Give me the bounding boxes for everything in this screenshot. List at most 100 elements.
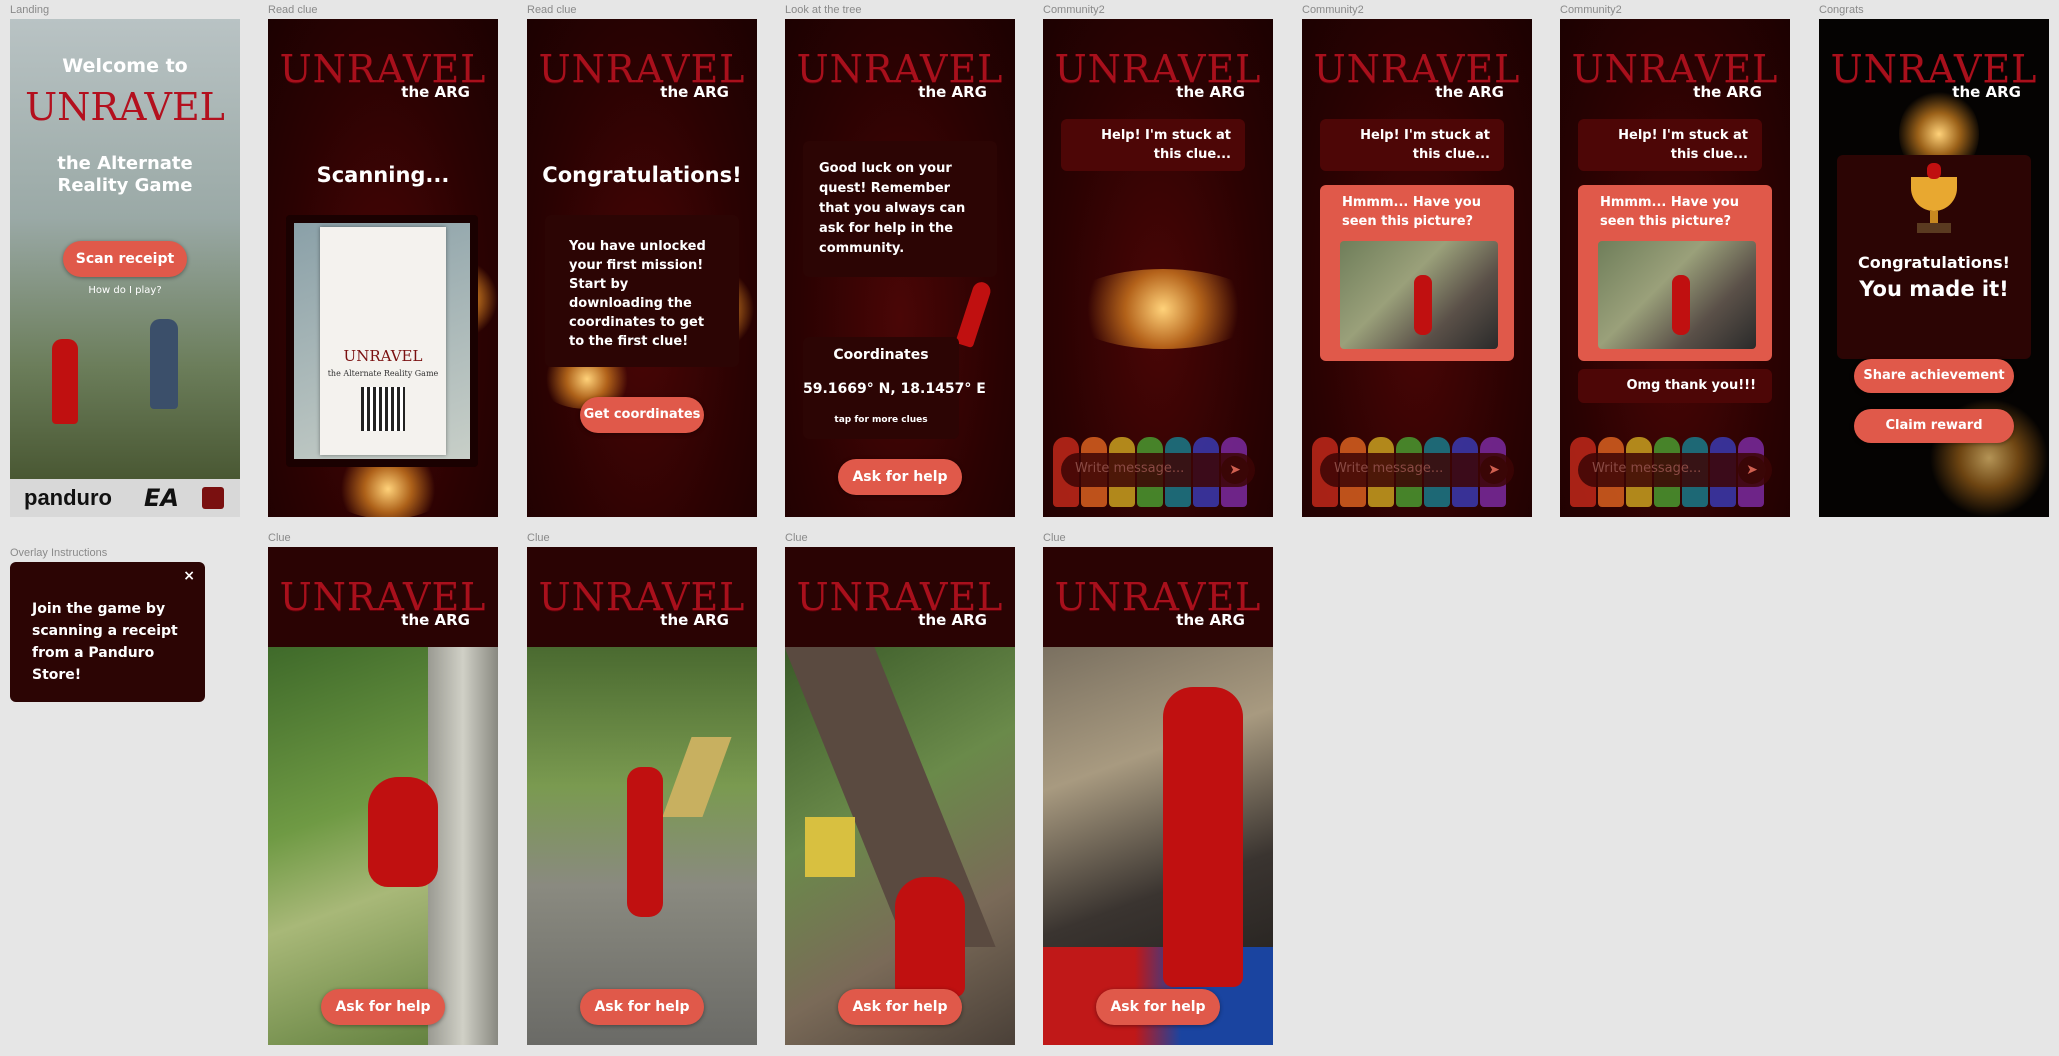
mission-unlocked-frame: UNRAVEL the ARG Congratulations! You have… [527, 19, 757, 517]
yarny-figure [955, 279, 993, 349]
congrats-frame: UNRAVEL the ARG Congratulations! You made… [1819, 19, 2049, 517]
unravel-logo: UNRAVEL the ARG [279, 575, 487, 629]
mission-card: You have unlocked your first mission! St… [545, 215, 739, 367]
scanning-frame: UNRAVEL the ARG Scanning... UNRAVEL the A… [268, 19, 498, 517]
tree-trunk [428, 647, 498, 1045]
unravel-logo: UNRAVEL the ARG [1313, 47, 1521, 101]
ea-logo: EA [144, 484, 179, 512]
message-input[interactable]: Write message... ➤ [1320, 453, 1514, 487]
community-frame: UNRAVEL the ARG Help! I'm stuck at this c… [1043, 19, 1273, 517]
coordinates-card[interactable]: Coordinates 59.1669° N, 18.1457° E tap f… [803, 337, 986, 439]
ask-for-help-button[interactable]: Ask for help [838, 459, 962, 495]
trophy-icon [1903, 163, 1965, 237]
playground-slide [805, 817, 855, 877]
clue-photo[interactable] [1598, 241, 1756, 349]
frame-label: Clue [1043, 532, 1066, 544]
congrats-line1: Congratulations! [1858, 253, 2010, 272]
coordinates-value: 59.1669° N, 18.1457° E [803, 381, 986, 397]
user-message-bubble: Help! I'm stuck at this clue... [1061, 119, 1245, 171]
clue-frame: UNRAVEL the ARG Ask for help [1043, 547, 1273, 1045]
get-coordinates-button[interactable]: Get coordinates [580, 397, 704, 433]
yarny-figure [895, 877, 965, 997]
quest-frame: UNRAVEL the ARG Good luck on your quest! … [785, 19, 1015, 517]
frame-label: Read clue [527, 4, 577, 16]
frame-label: Clue [785, 532, 808, 544]
yarny-blue-figure [150, 319, 178, 409]
camera-viewfinder: UNRAVEL the Alternate Reality Game [286, 215, 478, 467]
ask-for-help-button[interactable]: Ask for help [838, 989, 962, 1025]
unravel-logo: UNRAVEL the ARG [1054, 47, 1262, 101]
clue-photo[interactable] [1340, 241, 1498, 349]
claim-reward-button[interactable]: Claim reward [1854, 409, 2014, 443]
unravel-logo: UNRAVEL the ARG [796, 575, 1004, 629]
unravel-logo: UNRAVEL the ARG [1571, 47, 1779, 101]
share-achievement-button[interactable]: Share achievement [1854, 359, 2014, 393]
landing-frame: Welcome to UNRAVEL the Alternate Reality… [10, 19, 240, 517]
unravel-logo: UNRAVEL the ARG [538, 575, 746, 629]
clue-frame: UNRAVEL the ARG Ask for help [268, 547, 498, 1045]
frame-label: Congrats [1819, 4, 1864, 16]
ask-for-help-button[interactable]: Ask for help [580, 989, 704, 1025]
frame-label: Community2 [1302, 4, 1364, 16]
sparkle [1063, 269, 1263, 349]
unravel-logo: UNRAVEL the ARG [538, 47, 746, 101]
clue-frame: UNRAVEL the ARG Ask for help [527, 547, 757, 1045]
receipt-image: UNRAVEL the Alternate Reality Game [320, 227, 446, 455]
user-message-bubble: Omg thank you!!! [1578, 369, 1772, 403]
message-input[interactable]: Write message... ➤ [1061, 453, 1255, 487]
brand-logo: UNRAVEL [25, 85, 225, 129]
quest-message: Good luck on your quest! Remember that y… [819, 161, 966, 256]
thanks-text: Omg thank you!!! [1626, 378, 1756, 393]
clue-photo [1043, 647, 1273, 1045]
receipt-subtitle: the Alternate Reality Game [327, 369, 439, 378]
frame-label: Overlay Instructions [10, 547, 108, 559]
welcome-text: Welcome to [62, 55, 188, 77]
community-frame: UNRAVEL the ARG Help! I'm stuck at this c… [1560, 19, 1790, 517]
camera-feed: UNRAVEL the Alternate Reality Game [294, 223, 470, 459]
unravel-logo: UNRAVEL the ARG [1054, 575, 1262, 629]
user-message-bubble: Help! I'm stuck at this clue... [1320, 119, 1504, 171]
send-icon[interactable]: ➤ [1480, 456, 1508, 484]
message-placeholder: Write message... [1334, 461, 1444, 476]
footer-bar: panduro EA [10, 479, 240, 517]
ask-for-help-button[interactable]: Ask for help [321, 989, 445, 1025]
quest-message-card: Good luck on your quest! Remember that y… [803, 141, 997, 277]
community-frame: UNRAVEL the ARG Help! I'm stuck at this c… [1302, 19, 1532, 517]
message-input[interactable]: Write message... ➤ [1578, 453, 1772, 487]
send-icon[interactable]: ➤ [1738, 456, 1766, 484]
frame-label: Look at the tree [785, 4, 862, 16]
send-icon[interactable]: ➤ [1221, 456, 1249, 484]
message-placeholder: Write message... [1075, 461, 1185, 476]
yarny-figure [627, 767, 663, 917]
overlay-instructions: × Join the game by scanning a receipt fr… [10, 562, 205, 702]
clue-frame: UNRAVEL the ARG Ask for help [785, 547, 1015, 1045]
unravel-logo: UNRAVEL the ARG [279, 47, 487, 101]
user-message-text: Help! I'm stuck at this clue... [1360, 128, 1490, 162]
coordinates-title: Coordinates [833, 347, 929, 363]
user-message-text: Help! I'm stuck at this clue... [1618, 128, 1748, 162]
close-icon[interactable]: × [183, 568, 195, 584]
frame-label: Community2 [1560, 4, 1622, 16]
coordinates-hint: tap for more clues [834, 415, 928, 425]
how-to-play-link[interactable]: How do I play? [10, 285, 240, 296]
frame-label: Community2 [1043, 4, 1105, 16]
ask-for-help-button[interactable]: Ask for help [1096, 989, 1220, 1025]
reply-bubble: Hmmm... Have you seen this picture? [1320, 185, 1514, 361]
frame-label: Clue [268, 532, 291, 544]
clue-photo [268, 647, 498, 1045]
congrats-line2: You made it! [1859, 277, 2009, 301]
yarny-figure [368, 777, 438, 887]
achievement-card: Congratulations! You made it! [1837, 155, 2031, 359]
yarny-figure [1163, 687, 1243, 987]
panduro-logo: panduro [24, 485, 112, 510]
playground-slide [662, 737, 732, 817]
clue-photo [785, 647, 1015, 1045]
qr-code-icon [361, 387, 405, 431]
user-message-bubble: Help! I'm stuck at this clue... [1578, 119, 1762, 171]
scan-receipt-button[interactable]: Scan receipt [63, 241, 187, 277]
yarny-red-figure [52, 339, 78, 424]
scanning-heading: Scanning... [316, 163, 450, 187]
clue-photo [527, 647, 757, 1045]
receipt-brand: UNRAVEL [343, 347, 423, 365]
reply-text: Hmmm... Have you seen this picture? [1600, 195, 1739, 229]
